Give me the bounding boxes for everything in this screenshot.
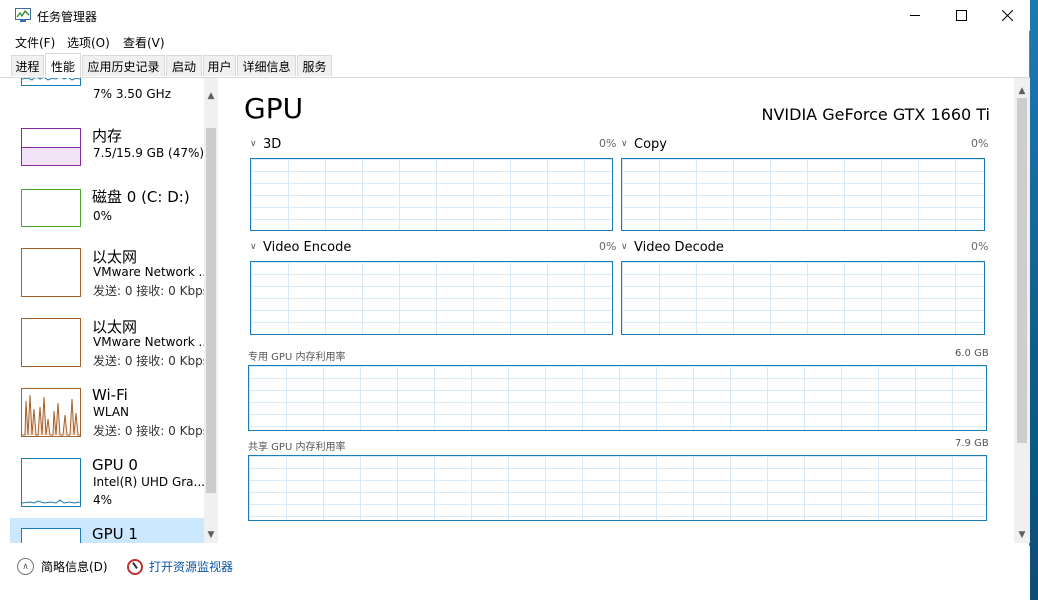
chevron-down-icon[interactable]: ∨: [621, 139, 628, 149]
memory-label: 内存: [92, 127, 123, 145]
menu-bar: 文件(F) 选项(O) 查看(V): [0, 31, 1030, 52]
tab-performance[interactable]: 性能: [45, 53, 81, 78]
wifi-throughput: 发送: 0 接收: 0 Kbps: [93, 424, 209, 438]
chevron-down-icon[interactable]: ▼: [1015, 528, 1029, 542]
memory-usage-text: 7.5/15.9 GB (47%): [93, 146, 205, 160]
dedicated-memory-graph: [248, 365, 987, 431]
ethernet-2-throughput: 发送: 0 接收: 0 Kbps: [93, 354, 209, 368]
engine-copy-label[interactable]: Copy: [634, 137, 667, 152]
task-manager-window: 任务管理器 文件(F) 选项(O) 查看(V) 进程 性能 应用历史记录 启动 …: [0, 0, 1030, 600]
shared-memory-max: 7.9 GB: [955, 438, 989, 449]
disk-usage-text: 0%: [93, 209, 113, 223]
engine-video-encode-percent: 0%: [599, 240, 617, 253]
desktop-background: [1030, 0, 1038, 600]
sidebar-scrollbar-thumb[interactable]: [206, 128, 216, 493]
fewer-details-button[interactable]: ∧ 简略信息(D): [17, 558, 108, 575]
ethernet-1-adapter: VMware Network ...: [93, 265, 210, 279]
tab-services[interactable]: 服务: [297, 55, 332, 76]
ethernet-1-throughput: 发送: 0 接收: 0 Kbps: [93, 284, 209, 298]
disk-label: 磁盘 0 (C: D:): [92, 188, 190, 206]
dedicated-memory-label: 专用 GPU 内存利用率: [248, 352, 346, 363]
cpu-usage-text: 7% 3.50 GHz: [93, 87, 172, 101]
sidebar-item-memory[interactable]: 内存 7.5/15.9 GB (47%): [10, 122, 204, 190]
maximize-icon: [955, 10, 967, 21]
open-resource-monitor-link[interactable]: 打开资源监视器: [127, 558, 233, 575]
chevron-up-icon[interactable]: ▲: [204, 89, 218, 103]
wifi-label: Wi-Fi: [92, 386, 128, 404]
wifi-thumbnail-graph: [21, 388, 81, 437]
app-icon: [15, 8, 31, 22]
gpu-0-label: GPU 0: [92, 456, 138, 474]
engine-copy-graph: [621, 158, 985, 231]
main-scrollbar-thumb[interactable]: [1017, 98, 1027, 443]
ethernet-2-thumbnail-graph: [21, 318, 81, 367]
chevron-up-icon: ∧: [17, 558, 34, 575]
chevron-up-icon[interactable]: ▲: [1015, 84, 1029, 98]
engine-3d-percent: 0%: [599, 137, 617, 150]
tab-details[interactable]: 详细信息: [237, 55, 296, 76]
minimize-button[interactable]: [892, 0, 938, 31]
gpu-0-model: Intel(R) UHD Gra...: [93, 475, 205, 489]
resource-monitor-icon: [127, 558, 143, 575]
engine-video-encode-label[interactable]: Video Encode: [263, 240, 351, 255]
sidebar-item-ethernet-2[interactable]: 以太网 VMware Network ... 发送: 0 接收: 0 Kbps: [10, 313, 210, 381]
engine-copy-percent: 0%: [971, 137, 989, 150]
gpu-model-name: NVIDIA GeForce GTX 1660 Ti: [761, 105, 991, 124]
sidebar-item-disk[interactable]: 磁盘 0 (C: D:) 0%: [10, 183, 204, 251]
open-resource-monitor-label: 打开资源监视器: [149, 560, 234, 574]
page-title: GPU: [244, 92, 304, 125]
cpu-thumbnail-graph: [21, 78, 81, 86]
sidebar-scrollbar[interactable]: ▲ ▼: [204, 78, 218, 543]
shared-memory-graph: [248, 455, 987, 521]
close-button[interactable]: [984, 0, 1030, 31]
menu-file[interactable]: 文件(F): [15, 34, 55, 51]
tab-startup[interactable]: 启动: [166, 55, 202, 76]
close-icon: [1001, 10, 1013, 21]
gpu-1-label: GPU 1: [92, 525, 138, 543]
main-scrollbar[interactable]: ▲ ▼: [1014, 78, 1030, 543]
fewer-details-label: 简略信息(D): [41, 560, 108, 574]
gpu-1-thumbnail-graph: [21, 528, 81, 543]
tab-bar: 进程 性能 应用历史记录 启动 用户 详细信息 服务: [0, 53, 1030, 78]
tab-users[interactable]: 用户: [203, 55, 236, 76]
engine-video-encode-graph: [250, 261, 613, 335]
sidebar-item-wifi[interactable]: Wi-Fi WLAN 发送: 0 接收: 0 Kbps: [10, 383, 209, 451]
disk-thumbnail-graph: [21, 189, 81, 227]
chevron-down-icon[interactable]: ∨: [250, 139, 257, 149]
sidebar-item-ethernet-1[interactable]: 以太网 VMware Network ... 发送: 0 接收: 0 Kbps: [10, 243, 210, 311]
engine-3d-graph: [250, 158, 613, 231]
gpu-0-thumbnail-graph: [21, 458, 81, 507]
engine-3d-label[interactable]: 3D: [263, 137, 281, 152]
maximize-button[interactable]: [938, 0, 984, 31]
ethernet-1-thumbnail-graph: [21, 248, 81, 297]
title-bar[interactable]: 任务管理器: [0, 0, 1030, 31]
gpu-detail-panel: GPU NVIDIA GeForce GTX 1660 Ti ∨ 3D 0% ∨…: [219, 78, 1030, 543]
chevron-down-icon[interactable]: ∨: [250, 242, 257, 252]
engine-video-decode-percent: 0%: [971, 240, 989, 253]
sidebar-item-gpu-1[interactable]: GPU 1: [10, 518, 204, 543]
engine-video-decode-label[interactable]: Video Decode: [634, 240, 724, 255]
memory-thumbnail-graph: [21, 128, 81, 166]
tab-processes[interactable]: 进程: [11, 55, 44, 76]
engine-video-decode-graph: [621, 261, 985, 335]
ethernet-1-label: 以太网: [92, 248, 138, 266]
wifi-adapter: WLAN: [93, 405, 130, 419]
tab-app-history[interactable]: 应用历史记录: [82, 55, 165, 76]
ethernet-2-label: 以太网: [92, 318, 138, 336]
menu-options[interactable]: 选项(O): [67, 34, 110, 51]
menu-view[interactable]: 查看(V): [123, 34, 165, 51]
window-title: 任务管理器: [37, 10, 98, 24]
chevron-down-icon[interactable]: ▼: [204, 528, 218, 542]
ethernet-2-adapter: VMware Network ...: [93, 335, 210, 349]
sidebar-item-gpu-0[interactable]: GPU 0 Intel(R) UHD Gra... 4%: [10, 453, 205, 521]
performance-sidebar: 7% 3.50 GHz 内存 7.5/15.9 GB (47%) 磁盘 0 (C…: [10, 78, 218, 543]
minimize-icon: [910, 15, 920, 16]
footer-bar: ∧ 简略信息(D) 打开资源监视器: [0, 546, 1030, 600]
shared-memory-label: 共享 GPU 内存利用率: [248, 442, 346, 453]
chevron-down-icon[interactable]: ∨: [621, 242, 628, 252]
sidebar-item-cpu[interactable]: 7% 3.50 GHz: [10, 78, 204, 108]
gpu-0-usage: 4%: [93, 493, 113, 507]
dedicated-memory-max: 6.0 GB: [955, 348, 989, 359]
